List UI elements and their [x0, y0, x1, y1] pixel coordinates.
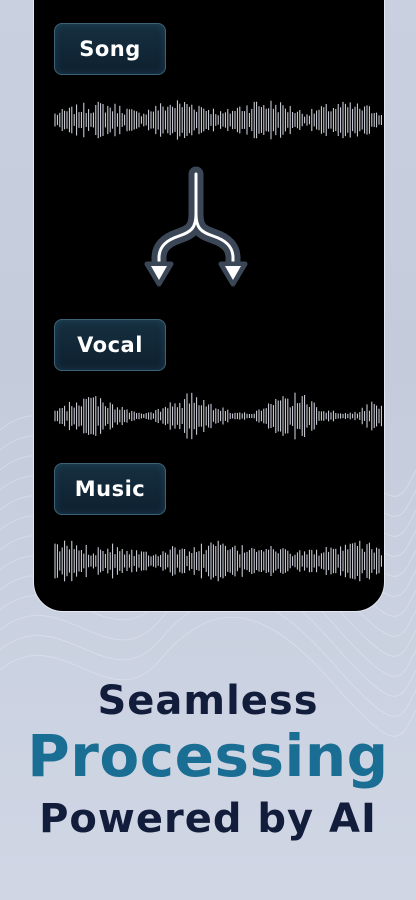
song-chip-label: Song: [79, 37, 141, 61]
split-arrow-icon: [144, 166, 248, 287]
headline-line-2: Processing: [27, 722, 389, 790]
song-waveform: [54, 100, 382, 140]
phone-screen: Song Vocal Music: [33, 0, 385, 612]
song-chip[interactable]: Song: [54, 23, 166, 75]
music-chip[interactable]: Music: [54, 463, 166, 515]
headline-line-3: Powered by AI: [39, 796, 377, 842]
vocal-waveform: [54, 392, 382, 440]
headline-line-1: Seamless: [97, 678, 319, 724]
music-waveform: [54, 540, 382, 582]
vocal-chip-label: Vocal: [77, 333, 143, 357]
music-chip-label: Music: [74, 477, 146, 501]
vocal-chip[interactable]: Vocal: [54, 319, 166, 371]
